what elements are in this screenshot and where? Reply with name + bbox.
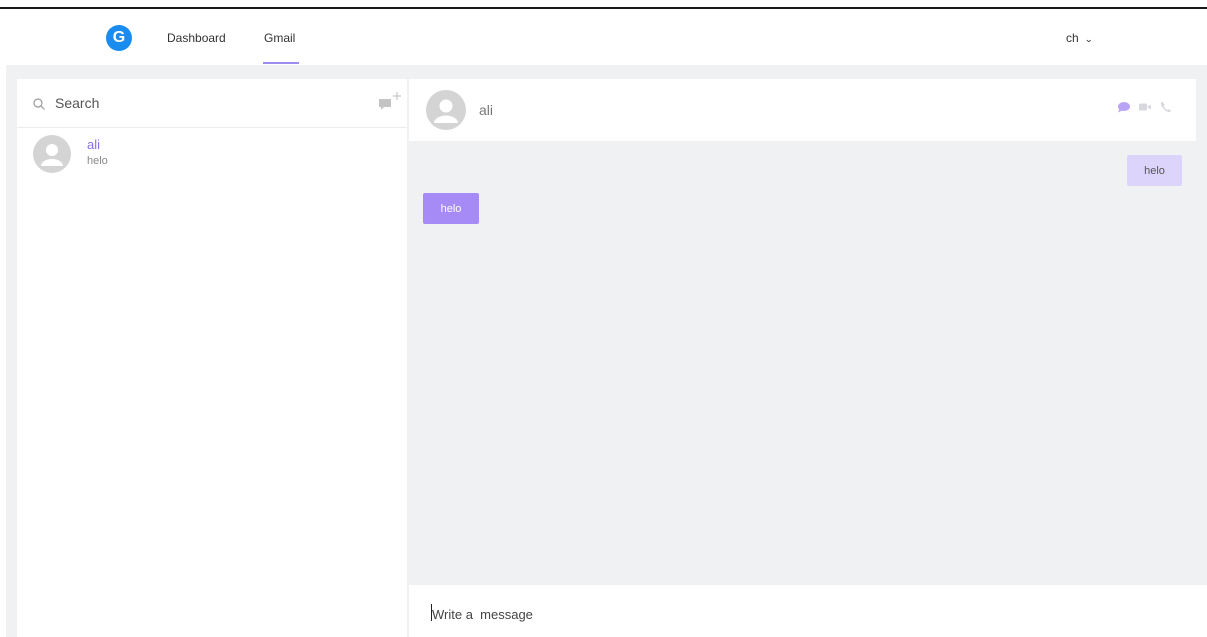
chat-actions (1117, 100, 1173, 114)
top-navbar: G Dashboard Gmail ch ⌄ (0, 9, 1207, 65)
app-logo[interactable]: G (106, 25, 132, 51)
active-nav-indicator (263, 62, 299, 64)
video-icon[interactable] (1138, 100, 1152, 114)
chevron-down-icon: ⌄ (1083, 34, 1093, 44)
chat-header: ali (409, 79, 1196, 141)
user-name: ch (1066, 31, 1079, 45)
conversation-sidebar: ali helo (17, 79, 407, 637)
message-icon[interactable] (1117, 100, 1131, 114)
contact-name: ali (87, 137, 101, 152)
chat-contact-name: ali (479, 102, 494, 118)
search-icon (33, 98, 45, 110)
new-chat-icon[interactable] (377, 90, 403, 114)
user-avatar-icon (33, 135, 71, 173)
nav-link-dashboard[interactable]: Dashboard (167, 31, 226, 45)
user-avatar-icon (426, 90, 466, 130)
nav-link-gmail[interactable]: Gmail (264, 31, 295, 45)
contact-last-message: helo (87, 155, 108, 167)
search-bar (17, 79, 407, 128)
search-input[interactable] (55, 93, 355, 113)
message-input[interactable] (432, 604, 1132, 624)
message-bubble-incoming: helo (423, 193, 479, 224)
message-bubble-outgoing: helo (1127, 155, 1182, 186)
contact-list-item[interactable]: ali helo (17, 133, 407, 183)
phone-icon[interactable] (1159, 100, 1173, 114)
message-composer (409, 585, 1207, 637)
user-menu[interactable]: ch ⌄ (1066, 31, 1093, 45)
